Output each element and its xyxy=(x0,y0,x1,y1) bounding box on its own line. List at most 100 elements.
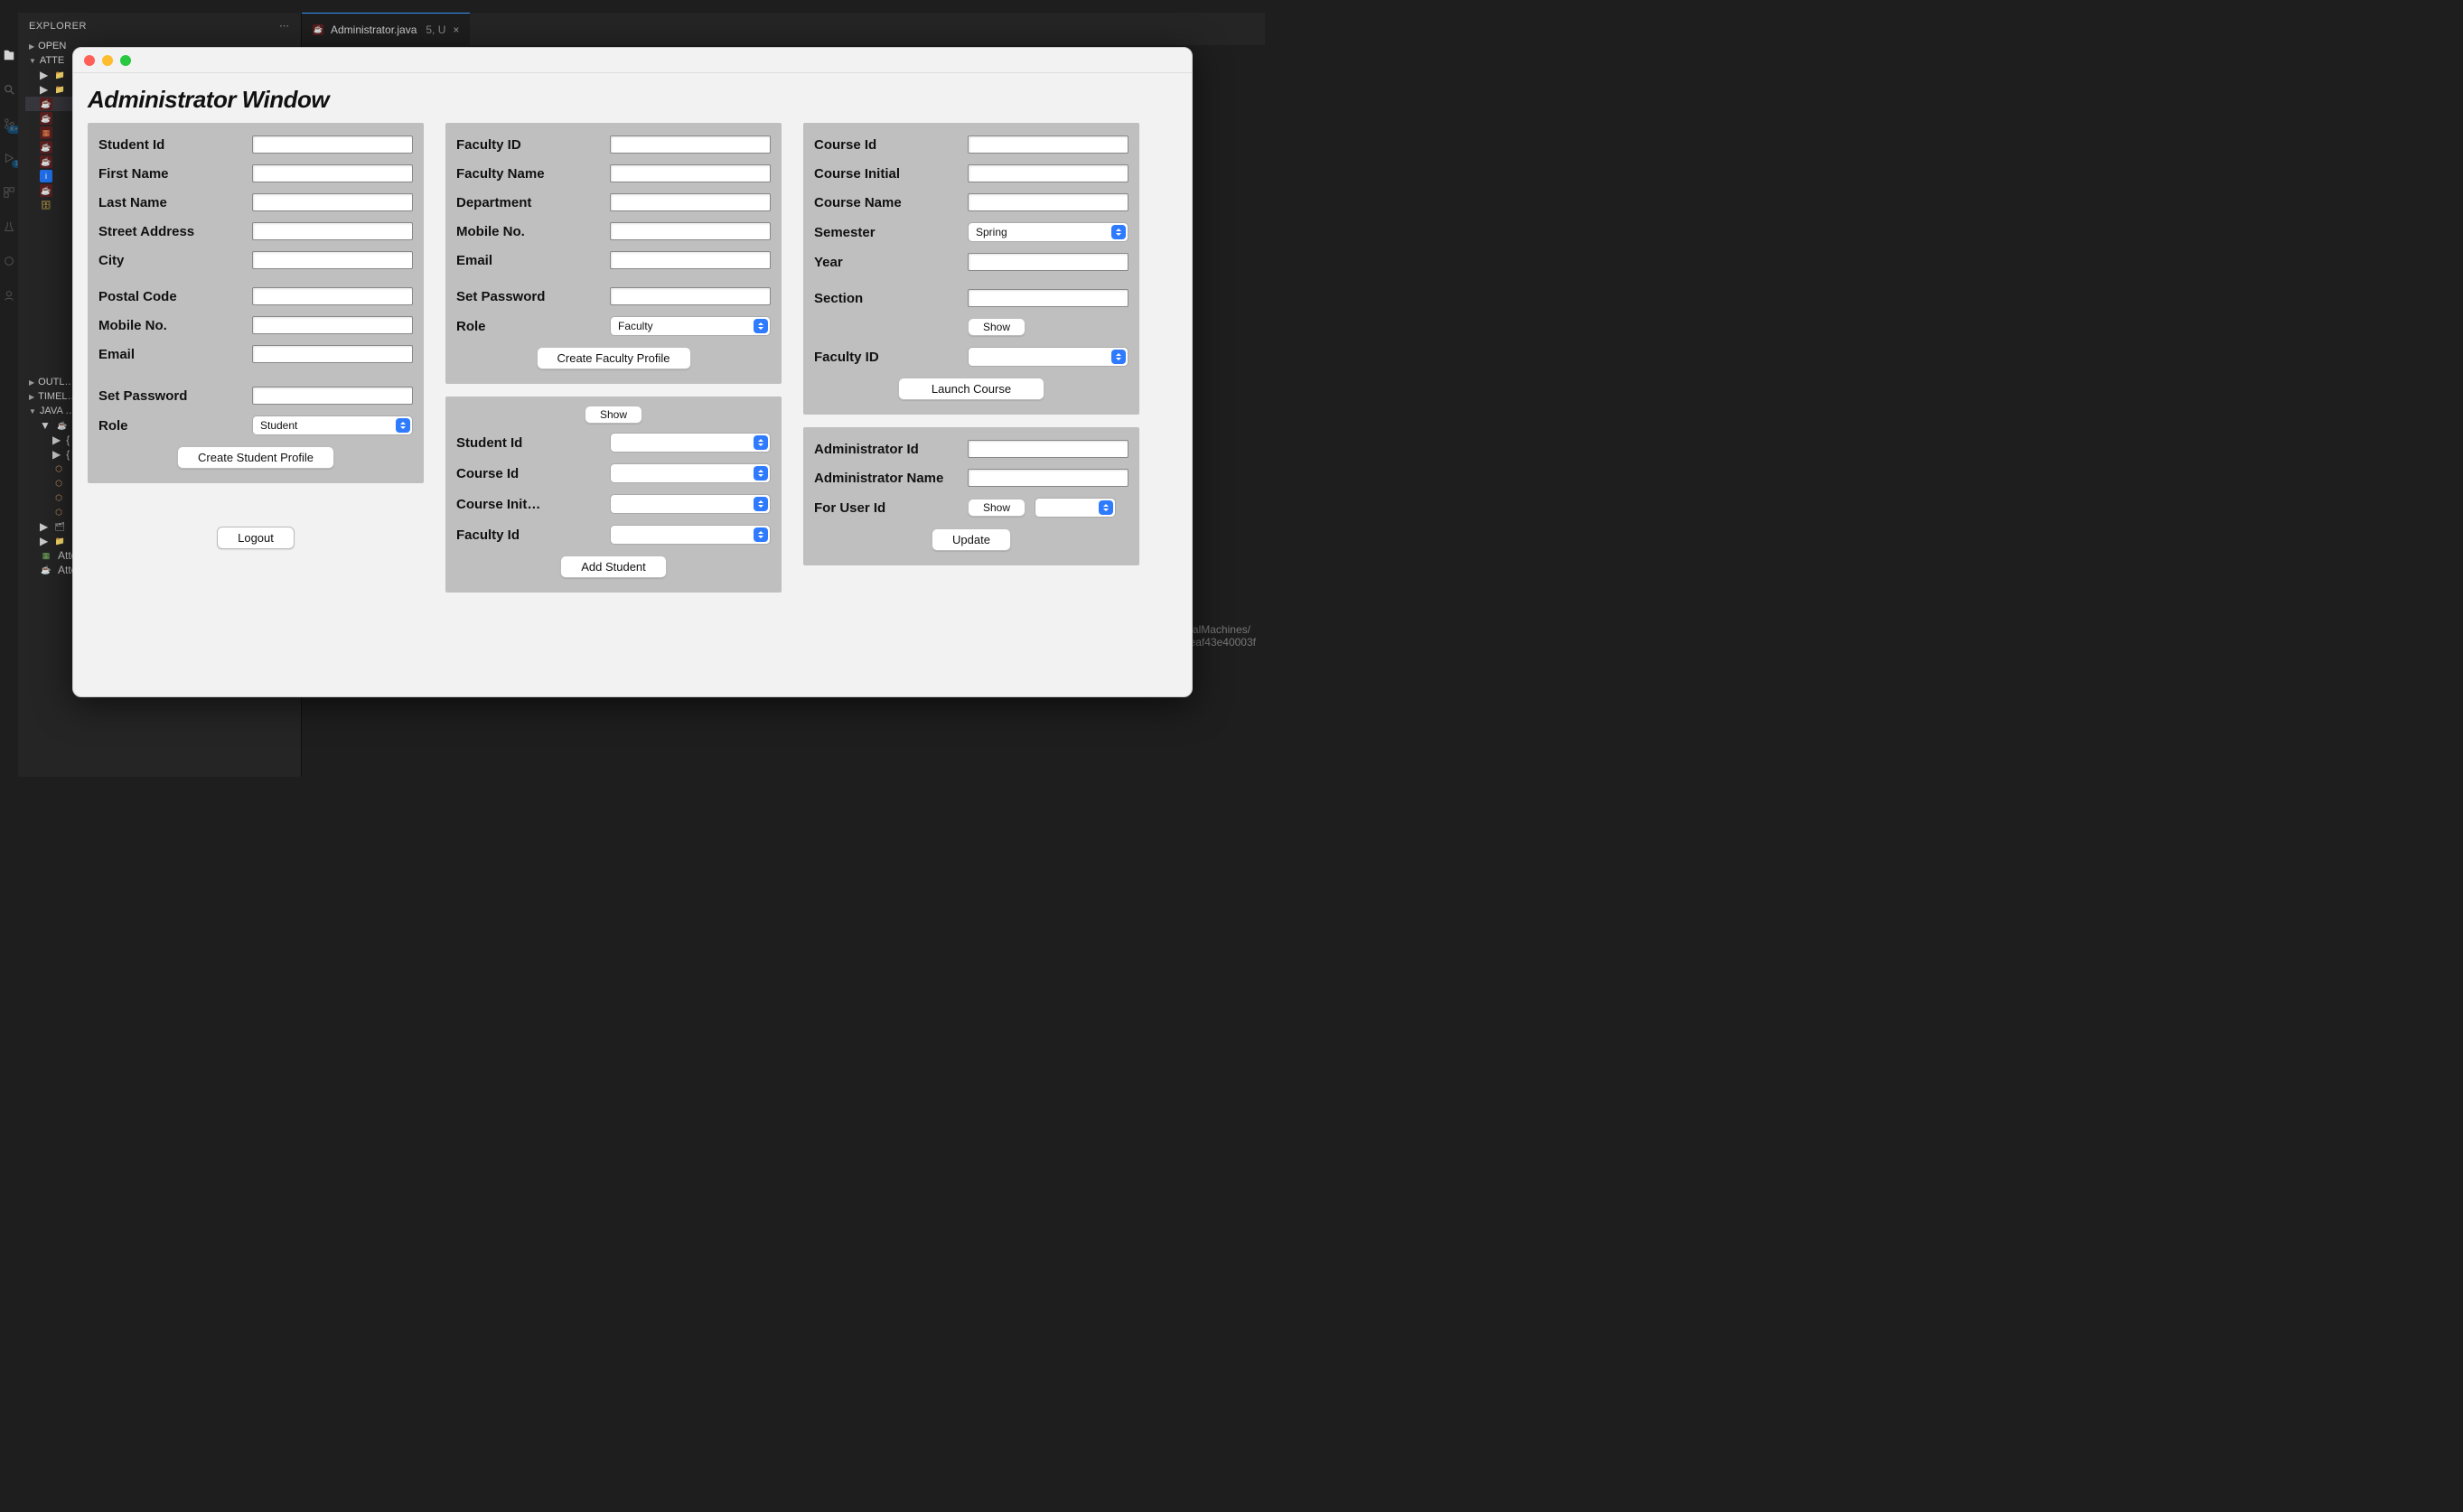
student-id-input[interactable] xyxy=(252,135,413,154)
faculty-password-label: Set Password xyxy=(456,289,610,304)
faculty-name-label: Faculty Name xyxy=(456,166,610,182)
course-initial-label: Course Initial xyxy=(814,166,968,182)
launch-course-button[interactable]: Launch Course xyxy=(898,378,1044,400)
last-name-input[interactable] xyxy=(252,193,413,211)
role-label: Role xyxy=(98,418,252,434)
window-minimize-icon[interactable] xyxy=(102,55,113,66)
java-file-icon: ☕ xyxy=(313,24,323,35)
tab-suffix: 5, U xyxy=(426,23,445,36)
course-name-label: Course Name xyxy=(814,195,968,210)
department-label: Department xyxy=(456,195,610,210)
remote-icon[interactable] xyxy=(3,255,15,267)
city-label: City xyxy=(98,253,252,268)
year-input[interactable] xyxy=(968,253,1128,271)
search-icon[interactable] xyxy=(3,83,15,96)
enroll-faculty-id-label: Faculty Id xyxy=(456,527,610,543)
admin-name-label: Administrator Name xyxy=(814,471,968,486)
last-name-label: Last Name xyxy=(98,195,252,210)
enroll-course-init-select[interactable] xyxy=(610,494,771,514)
close-icon[interactable]: × xyxy=(453,23,459,36)
course-id-input[interactable] xyxy=(968,135,1128,154)
explorer-icon[interactable] xyxy=(3,49,15,61)
email-label: Email xyxy=(98,347,252,362)
explorer-title: EXPLORER xyxy=(29,21,87,32)
semester-select[interactable]: Spring xyxy=(968,222,1128,242)
student-password-input[interactable] xyxy=(252,387,413,405)
for-user-id-label: For User Id xyxy=(814,500,968,516)
course-panel: Course Id Course Initial Course Name Sem… xyxy=(803,123,1139,415)
extensions-icon[interactable] xyxy=(3,186,15,199)
logout-button[interactable]: Logout xyxy=(217,527,295,549)
course-show-button[interactable]: Show xyxy=(968,318,1025,336)
source-control-icon[interactable]: K+ xyxy=(3,117,15,130)
password-label: Set Password xyxy=(98,388,252,404)
enroll-student-id-label: Student Id xyxy=(456,435,610,451)
run-debug-icon[interactable]: 1 xyxy=(3,152,15,164)
faculty-role-label: Role xyxy=(456,319,610,334)
first-name-input[interactable] xyxy=(252,164,413,182)
course-id-label: Course Id xyxy=(814,137,968,153)
faculty-mobile-label: Mobile No. xyxy=(456,224,610,239)
tab-label: Administrator.java xyxy=(331,23,417,36)
enroll-faculty-id-select[interactable] xyxy=(610,525,771,545)
faculty-id-input[interactable] xyxy=(610,135,771,154)
tab-bar: ☕ Administrator.java 5, U × xyxy=(302,13,1265,45)
student-email-input[interactable] xyxy=(252,345,413,363)
chevron-updown-icon xyxy=(1111,225,1126,239)
postal-input[interactable] xyxy=(252,287,413,305)
enroll-course-id-select[interactable] xyxy=(610,463,771,483)
testing-icon[interactable] xyxy=(3,220,15,233)
admin-id-input[interactable] xyxy=(968,440,1128,458)
window-titlebar[interactable] xyxy=(73,48,1192,73)
faculty-password-input[interactable] xyxy=(610,287,771,305)
student-mobile-input[interactable] xyxy=(252,316,413,334)
admin-id-label: Administrator Id xyxy=(814,442,968,457)
chevron-updown-icon xyxy=(1099,500,1113,515)
city-input[interactable] xyxy=(252,251,413,269)
enroll-student-id-select[interactable] xyxy=(610,433,771,453)
section-input[interactable] xyxy=(968,289,1128,307)
window-close-icon[interactable] xyxy=(84,55,95,66)
faculty-email-label: Email xyxy=(456,253,610,268)
faculty-mobile-input[interactable] xyxy=(610,222,771,240)
chevron-updown-icon xyxy=(754,527,768,542)
course-faculty-id-label: Faculty ID xyxy=(814,350,968,365)
faculty-id-label: Faculty ID xyxy=(456,137,610,153)
admin-name-input[interactable] xyxy=(968,469,1128,487)
chevron-updown-icon xyxy=(396,418,410,433)
first-name-label: First Name xyxy=(98,166,252,182)
faculty-role-select[interactable]: Faculty xyxy=(610,316,771,336)
postal-label: Postal Code xyxy=(98,289,252,304)
faculty-name-input[interactable] xyxy=(610,164,771,182)
semester-label: Semester xyxy=(814,225,968,240)
page-title: Administrator Window xyxy=(88,86,1177,114)
enroll-course-id-label: Course Id xyxy=(456,466,610,481)
add-student-button[interactable]: Add Student xyxy=(560,555,667,578)
create-faculty-button[interactable]: Create Faculty Profile xyxy=(537,347,691,369)
street-input[interactable] xyxy=(252,222,413,240)
course-faculty-id-select[interactable] xyxy=(968,347,1128,367)
create-student-button[interactable]: Create Student Profile xyxy=(177,446,334,469)
faculty-email-input[interactable] xyxy=(610,251,771,269)
enroll-show-button[interactable]: Show xyxy=(585,406,642,424)
student-panel: Student Id First Name Last Name Street A… xyxy=(88,123,424,483)
chevron-updown-icon xyxy=(754,319,768,333)
chevron-updown-icon xyxy=(1111,350,1126,364)
section-label: Section xyxy=(814,291,968,306)
course-name-input[interactable] xyxy=(968,193,1128,211)
tab-administrator-java[interactable]: ☕ Administrator.java 5, U × xyxy=(302,13,470,45)
accounts-icon[interactable] xyxy=(3,289,15,302)
for-user-id-select[interactable] xyxy=(1035,498,1116,518)
course-initial-input[interactable] xyxy=(968,164,1128,182)
department-input[interactable] xyxy=(610,193,771,211)
faculty-panel: Faculty ID Faculty Name Department Mobil… xyxy=(445,123,782,384)
student-role-select[interactable]: Student xyxy=(252,415,413,435)
explorer-more-icon[interactable]: ⋯ xyxy=(279,20,290,32)
mobile-label: Mobile No. xyxy=(98,318,252,333)
student-id-label: Student Id xyxy=(98,137,252,153)
window-maximize-icon[interactable] xyxy=(120,55,131,66)
admin-show-button[interactable]: Show xyxy=(968,499,1025,517)
update-button[interactable]: Update xyxy=(932,528,1011,551)
enroll-panel: Show Student Id Course Id Course Init… F… xyxy=(445,397,782,593)
year-label: Year xyxy=(814,255,968,270)
